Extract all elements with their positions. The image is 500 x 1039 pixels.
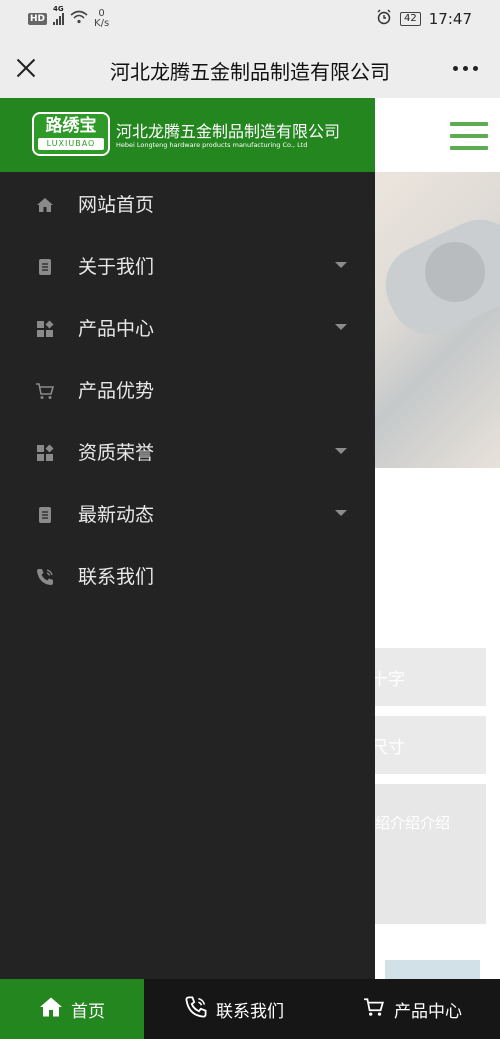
menu-item-about[interactable]: 关于我们 [0,234,375,296]
title-bar: 河北龙腾五金制品制造有限公司 [0,38,500,98]
chevron-down-icon[interactable] [335,448,347,454]
alarm-icon [376,9,392,29]
wifi-icon [70,10,88,28]
chevron-down-icon[interactable] [335,262,347,268]
home-icon [39,996,63,1023]
drawer-overlay[interactable] [375,98,500,979]
brand-name-en: Hebei Longteng hardware products manufac… [116,141,308,149]
cart-icon [35,381,55,401]
phone-icon [35,567,55,587]
cart-icon [362,996,386,1023]
battery-indicator: 42 [400,12,421,26]
net-speed: 0 K/s [94,8,110,29]
phone-icon [184,995,208,1024]
more-icon[interactable] [453,66,478,71]
bottom-nav-contact[interactable]: 联系我们 [144,979,324,1039]
document-icon [35,257,55,277]
brand-logo: 路绣宝 LUXIUBAO [32,112,110,156]
menu-item-products[interactable]: 产品中心 [0,296,375,358]
bottom-nav: 首页 联系我们 产品中心 [0,979,500,1039]
chevron-down-icon[interactable] [335,510,347,516]
menu-item-contact[interactable]: 联系我们 [0,544,375,606]
signal-icon: 4G [53,5,65,25]
page-title: 河北龙腾五金制品制造有限公司 [110,60,390,84]
menu-item-home[interactable]: 网站首页 [0,172,375,234]
grid-icon [35,443,55,463]
drawer-header: 路绣宝 LUXIUBAO 河北龙腾五金制品制造有限公司 Hebei Longte… [0,98,375,172]
brand-name: 河北龙腾五金制品制造有限公司 [116,122,341,141]
status-bar: HD 4G 0 K/s 42 17:47 [0,0,500,38]
drawer-menu: 网站首页 关于我们 产品中心 产品优势 资质荣誉 最新动态 联系我们 [0,172,375,606]
hd-badge: HD [28,13,48,25]
home-icon [35,195,55,215]
clock: 17:47 [428,10,472,28]
menu-item-news[interactable]: 最新动态 [0,482,375,544]
status-right: 42 17:47 [376,9,472,29]
chevron-down-icon[interactable] [335,324,347,330]
menu-item-advantages[interactable]: 产品优势 [0,358,375,420]
bottom-nav-products[interactable]: 产品中心 [324,979,500,1039]
document-icon [35,505,55,525]
bottom-nav-home[interactable]: 首页 [0,979,144,1039]
menu-item-honors[interactable]: 资质荣誉 [0,420,375,482]
grid-icon [35,319,55,339]
status-left: HD 4G 0 K/s [28,5,110,29]
side-drawer: 路绣宝 LUXIUBAO 河北龙腾五金制品制造有限公司 Hebei Longte… [0,98,375,979]
